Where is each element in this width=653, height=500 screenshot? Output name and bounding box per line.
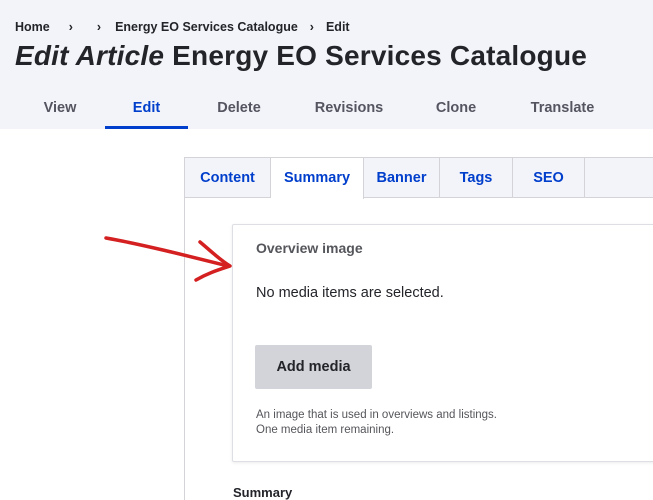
breadcrumb-item-catalogue[interactable]: Energy EO Services Catalogue bbox=[115, 20, 298, 34]
page-header: Home › › Energy EO Services Catalogue › … bbox=[0, 0, 653, 129]
tab-clone[interactable]: Clone bbox=[415, 92, 497, 129]
tab-summary[interactable]: Summary bbox=[271, 158, 364, 199]
tab-seo[interactable]: SEO bbox=[513, 158, 585, 198]
overview-image-field: Overview image No media items are select… bbox=[232, 224, 653, 462]
red-arrow-annotation-icon bbox=[104, 236, 232, 282]
tab-edit[interactable]: Edit bbox=[105, 92, 188, 129]
tab-translate[interactable]: Translate bbox=[515, 92, 610, 129]
tab-revisions[interactable]: Revisions bbox=[298, 92, 400, 129]
field-description: An image that is used in overviews and l… bbox=[256, 408, 497, 438]
breadcrumb-home[interactable]: Home bbox=[15, 20, 50, 34]
breadcrumb: Home › › Energy EO Services Catalogue › … bbox=[15, 20, 350, 34]
tab-content[interactable]: Content bbox=[185, 158, 271, 198]
add-media-button[interactable]: Add media bbox=[255, 345, 372, 389]
tab-view[interactable]: View bbox=[15, 92, 105, 129]
tab-delete[interactable]: Delete bbox=[195, 92, 283, 129]
tab-tags[interactable]: Tags bbox=[440, 158, 513, 198]
field-description-line: One media item remaining. bbox=[256, 424, 395, 436]
summary-field-label: Summary bbox=[233, 485, 293, 500]
tab-banner[interactable]: Banner bbox=[364, 158, 440, 198]
vertical-tab-bar: Content Summary Banner Tags SEO bbox=[185, 158, 653, 199]
breadcrumb-current: Edit bbox=[325, 20, 350, 34]
page-title: Edit Article Energy EO Services Catalogue bbox=[15, 40, 587, 72]
field-description-line: An image that is used in overviews and l… bbox=[256, 409, 497, 421]
no-media-message: No media items are selected. bbox=[256, 285, 444, 301]
page-title-prefix: Edit Article bbox=[15, 40, 165, 71]
page-title-text: Energy EO Services Catalogue bbox=[172, 40, 588, 71]
breadcrumb-separator: › bbox=[309, 20, 314, 34]
overview-image-label: Overview image bbox=[256, 240, 363, 256]
breadcrumb-separator: › bbox=[68, 20, 73, 34]
breadcrumb-separator: › bbox=[96, 20, 102, 34]
